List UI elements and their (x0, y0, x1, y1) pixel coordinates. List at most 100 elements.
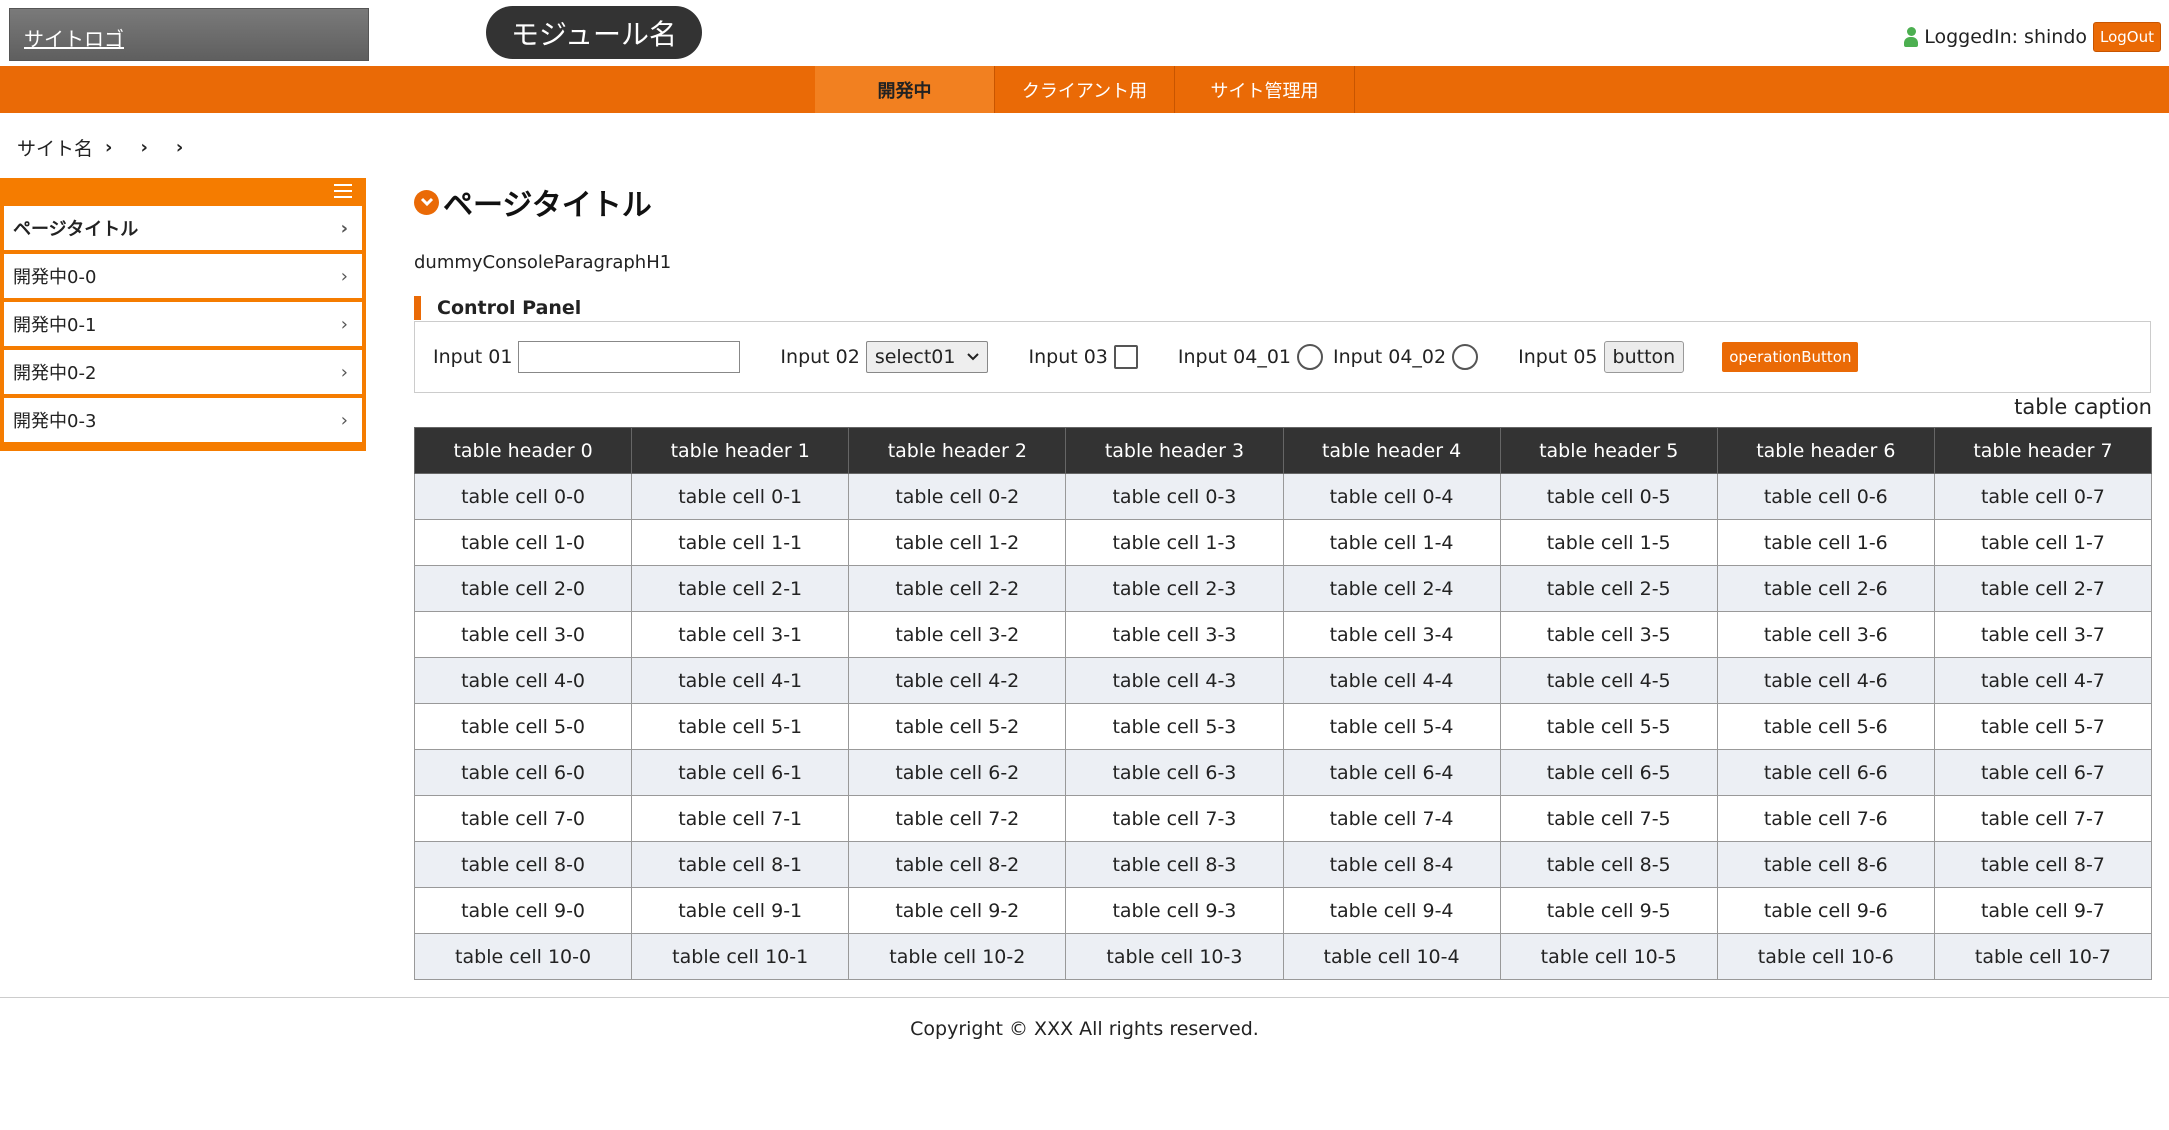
sidebar-item-dev-0-3[interactable]: 開発中0-3 › (4, 398, 362, 442)
table-cell: table cell 0-7 (1933, 473, 2153, 520)
table-row: table cell 10-0 table cell 10-1 table cell… (413, 933, 2153, 980)
input05-label: Input 05 (1518, 346, 1598, 368)
table-cell: table cell 6-5 (1499, 749, 1718, 796)
table-cell: table cell 4-5 (1499, 657, 1718, 704)
table-cell: table cell 6-7 (1933, 749, 2153, 796)
table-cell: table cell 2-5 (1499, 565, 1718, 612)
table-cell: table cell 9-7 (1933, 887, 2153, 934)
table-cell: table cell 7-4 (1282, 795, 1501, 842)
table-header-cell: table header 0 (413, 427, 633, 474)
table-cell: table cell 5-4 (1282, 703, 1501, 750)
data-table: table header 0 table header 1 table head… (413, 427, 2153, 980)
table-cell: table cell 8-3 (1065, 841, 1284, 888)
chevron-right-icon: › (340, 265, 348, 287)
table-cell: table cell 5-5 (1499, 703, 1718, 750)
table-header-cell: table header 4 (1282, 427, 1501, 474)
table-cell: table cell 8-2 (848, 841, 1067, 888)
table-cell: table cell 10-0 (413, 933, 633, 980)
chevron-right-icon: › (105, 137, 113, 158)
sidebar-item-page-title[interactable]: ページタイトル › (4, 206, 362, 250)
chevron-right-icon: › (140, 137, 148, 158)
nav-item-site-admin[interactable]: サイト管理用 (1175, 66, 1355, 113)
input04-02-radio[interactable] (1452, 344, 1479, 370)
table-cell: table cell 7-2 (848, 795, 1067, 842)
input03-checkbox[interactable] (1113, 345, 1138, 369)
table-cell: table cell 5-6 (1716, 703, 1935, 750)
logged-in-text: LoggedIn: shindo (1924, 26, 2087, 48)
table-cell: table cell 9-0 (413, 887, 633, 934)
table-cell: table cell 5-1 (631, 703, 850, 750)
table-cell: table cell 4-3 (1065, 657, 1284, 704)
table-cell: table cell 6-3 (1065, 749, 1284, 796)
table-cell: table cell 7-1 (631, 795, 850, 842)
nav-item-client[interactable]: クライアント用 (995, 66, 1175, 113)
table-cell: table cell 9-4 (1282, 887, 1501, 934)
page-title: ページタイトル (414, 180, 652, 224)
table-cell: table cell 10-3 (1065, 933, 1284, 980)
table-cell: table cell 10-6 (1716, 933, 1935, 980)
table-cell: table cell 4-0 (413, 657, 633, 704)
table-cell: table cell 3-1 (631, 611, 850, 658)
table-cell: table cell 6-2 (848, 749, 1067, 796)
table-cell: table cell 9-3 (1065, 887, 1284, 934)
nav-item-development[interactable]: 開発中 (815, 66, 995, 113)
sidebar-item-dev-0-2[interactable]: 開発中0-2 › (4, 350, 362, 394)
table-cell: table cell 9-2 (848, 887, 1067, 934)
table-cell: table cell 0-2 (848, 473, 1067, 520)
table-cell: table cell 6-4 (1282, 749, 1501, 796)
sidebar: ページタイトル › 開発中0-0 › 開発中0-1 › 開発中0-2 › 開発中… (0, 178, 366, 451)
chevron-down-icon (967, 349, 980, 365)
table-cell: table cell 1-7 (1933, 519, 2153, 566)
table-cell: table cell 3-5 (1499, 611, 1718, 658)
input01-field[interactable] (518, 341, 741, 373)
table-cell: table cell 1-3 (1065, 519, 1284, 566)
table-cell: table cell 0-6 (1716, 473, 1935, 520)
chevron-right-icon: › (340, 217, 348, 239)
operation-button[interactable]: operationButton (1722, 342, 1859, 372)
table-cell: table cell 7-6 (1716, 795, 1935, 842)
site-logo[interactable]: サイトロゴ (9, 8, 369, 61)
table-cell: table cell 8-6 (1716, 841, 1935, 888)
chevron-right-icon: › (340, 409, 348, 431)
input04-01-radio[interactable] (1297, 344, 1323, 370)
table-header-cell: table header 5 (1499, 427, 1718, 474)
breadcrumb-site-name[interactable]: サイト名 (17, 134, 93, 161)
sidebar-item-dev-0-0[interactable]: 開発中0-0 › (4, 254, 362, 298)
input04-02-label: Input 04_02 (1333, 346, 1447, 368)
table-cell: table cell 2-4 (1282, 565, 1501, 612)
input03-label: Input 03 (1028, 346, 1108, 368)
table-header-cell: table header 6 (1716, 427, 1935, 474)
table-cell: table cell 10-4 (1282, 933, 1501, 980)
input02-label: Input 02 (780, 346, 860, 368)
table-header-cell: table header 3 (1065, 427, 1284, 474)
table-cell: table cell 4-4 (1282, 657, 1501, 704)
sidebar-item-label: 開発中0-0 (13, 267, 97, 288)
table-cell: table cell 4-2 (848, 657, 1067, 704)
table-cell: table cell 5-0 (413, 703, 633, 750)
table-row: table cell 4-0 table cell 4-1 table cell 4… (413, 657, 2153, 704)
table-row: table cell 8-0 table cell 8-1 table cell 8… (413, 841, 2153, 888)
table-row: table cell 7-0 table cell 7-1 table cell 7… (413, 795, 2153, 842)
input05-button[interactable]: button (1603, 341, 1685, 373)
sidebar-item-dev-0-1[interactable]: 開発中0-1 › (4, 302, 362, 346)
table-cell: table cell 8-1 (631, 841, 850, 888)
input02-select[interactable]: select01 (865, 341, 989, 373)
table-cell: table cell 3-0 (413, 611, 633, 658)
hamburger-menu-icon[interactable] (334, 184, 352, 199)
table-cell: table cell 2-0 (413, 565, 633, 612)
table-cell: table cell 10-1 (631, 933, 850, 980)
table-cell: table cell 0-5 (1499, 473, 1718, 520)
chevron-down-circle-icon (414, 189, 439, 215)
table-cell: table cell 10-5 (1499, 933, 1718, 980)
table-cell: table cell 0-3 (1065, 473, 1284, 520)
table-cell: table cell 1-6 (1716, 519, 1935, 566)
table-row: table cell 3-0 table cell 3-1 table cell 3… (413, 611, 2153, 658)
logout-button[interactable]: LogOut (2093, 22, 2161, 52)
control-panel: Input 01 Input 02 select01 Input 03 Inpu… (414, 321, 2151, 393)
table-cell: table cell 2-2 (848, 565, 1067, 612)
table-row: table cell 6-0 table cell 6-1 table cell 6… (413, 749, 2153, 796)
user-icon (1904, 27, 1919, 47)
table-row: table cell 9-0 table cell 9-1 table cell 9… (413, 887, 2153, 934)
table-cell: table cell 4-6 (1716, 657, 1935, 704)
table-row: table cell 2-0 table cell 2-1 table cell 2… (413, 565, 2153, 612)
